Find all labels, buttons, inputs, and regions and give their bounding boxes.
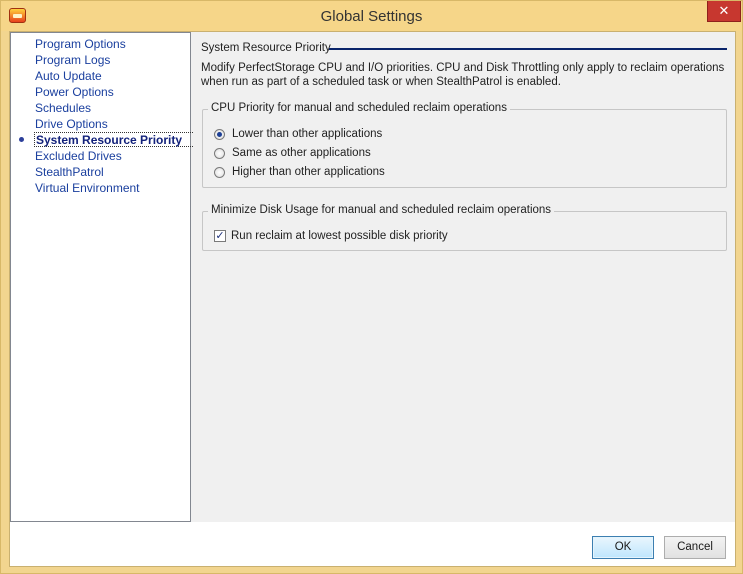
radio-higher-priority-label: Higher than other applications xyxy=(232,166,385,178)
nav-item-schedules[interactable]: Schedules xyxy=(35,101,91,116)
lowest-disk-priority-checkbox[interactable]: ✓ xyxy=(214,230,226,242)
nav-item-auto-update[interactable]: Auto Update xyxy=(35,69,102,84)
window-title: Global Settings xyxy=(320,8,423,25)
radio-same-priority-label: Same as other applications xyxy=(232,147,371,159)
nav-item-program-options[interactable]: Program Options xyxy=(35,37,126,52)
dialog-body: Program Options Program Logs Auto Update… xyxy=(9,31,736,567)
radio-higher-priority[interactable]: Higher than other applications xyxy=(214,164,385,180)
ok-button[interactable]: OK xyxy=(592,536,654,559)
selected-bullet-icon xyxy=(19,137,24,142)
radio-same-priority[interactable]: Same as other applications xyxy=(214,145,371,161)
close-button[interactable]: ✕ xyxy=(707,1,741,22)
lowest-disk-priority-label: Run reclaim at lowest possible disk prio… xyxy=(231,230,448,242)
nav-item-excluded-drives[interactable]: Excluded Drives xyxy=(35,149,122,164)
radio-higher-priority-control[interactable] xyxy=(214,166,225,178)
radio-lower-priority-control[interactable] xyxy=(214,128,225,140)
section-description: Modify PerfectStorage CPU and I/O priori… xyxy=(201,62,725,88)
radio-lower-priority-label: Lower than other applications xyxy=(232,128,383,140)
cancel-button[interactable]: Cancel xyxy=(664,536,726,559)
cpu-priority-group-label: CPU Priority for manual and scheduled re… xyxy=(208,102,510,114)
global-settings-window: Global Settings ✕ Program Options Progra… xyxy=(0,0,743,574)
nav-item-system-resource-priority[interactable]: System Resource Priority xyxy=(34,132,196,147)
radio-lower-priority[interactable]: Lower than other applications xyxy=(214,126,382,142)
title-bar[interactable]: Global Settings ✕ xyxy=(1,1,742,31)
nav-item-power-options[interactable]: Power Options xyxy=(35,85,114,100)
disk-usage-group-label: Minimize Disk Usage for manual and sched… xyxy=(208,204,555,216)
nav-item-stealthpatrol[interactable]: StealthPatrol xyxy=(35,165,104,180)
dialog-footer: OK Cancel xyxy=(10,522,735,566)
lowest-disk-priority-option[interactable]: ✓ Run reclaim at lowest possible disk pr… xyxy=(214,228,448,244)
cpu-priority-group: CPU Priority for manual and scheduled re… xyxy=(202,102,727,188)
nav-item-drive-options[interactable]: Drive Options xyxy=(35,117,108,132)
disk-usage-group: Minimize Disk Usage for manual and sched… xyxy=(202,204,727,251)
settings-nav-list: Program Options Program Logs Auto Update… xyxy=(10,32,196,522)
radio-same-priority-control[interactable] xyxy=(214,147,225,159)
section-title: System Resource Priority xyxy=(201,42,331,54)
section-divider xyxy=(329,48,727,50)
nav-item-virtual-environment[interactable]: Virtual Environment xyxy=(35,181,140,196)
settings-content-panel: System Resource Priority Modify PerfectS… xyxy=(193,32,735,522)
nav-item-program-logs[interactable]: Program Logs xyxy=(35,53,110,68)
